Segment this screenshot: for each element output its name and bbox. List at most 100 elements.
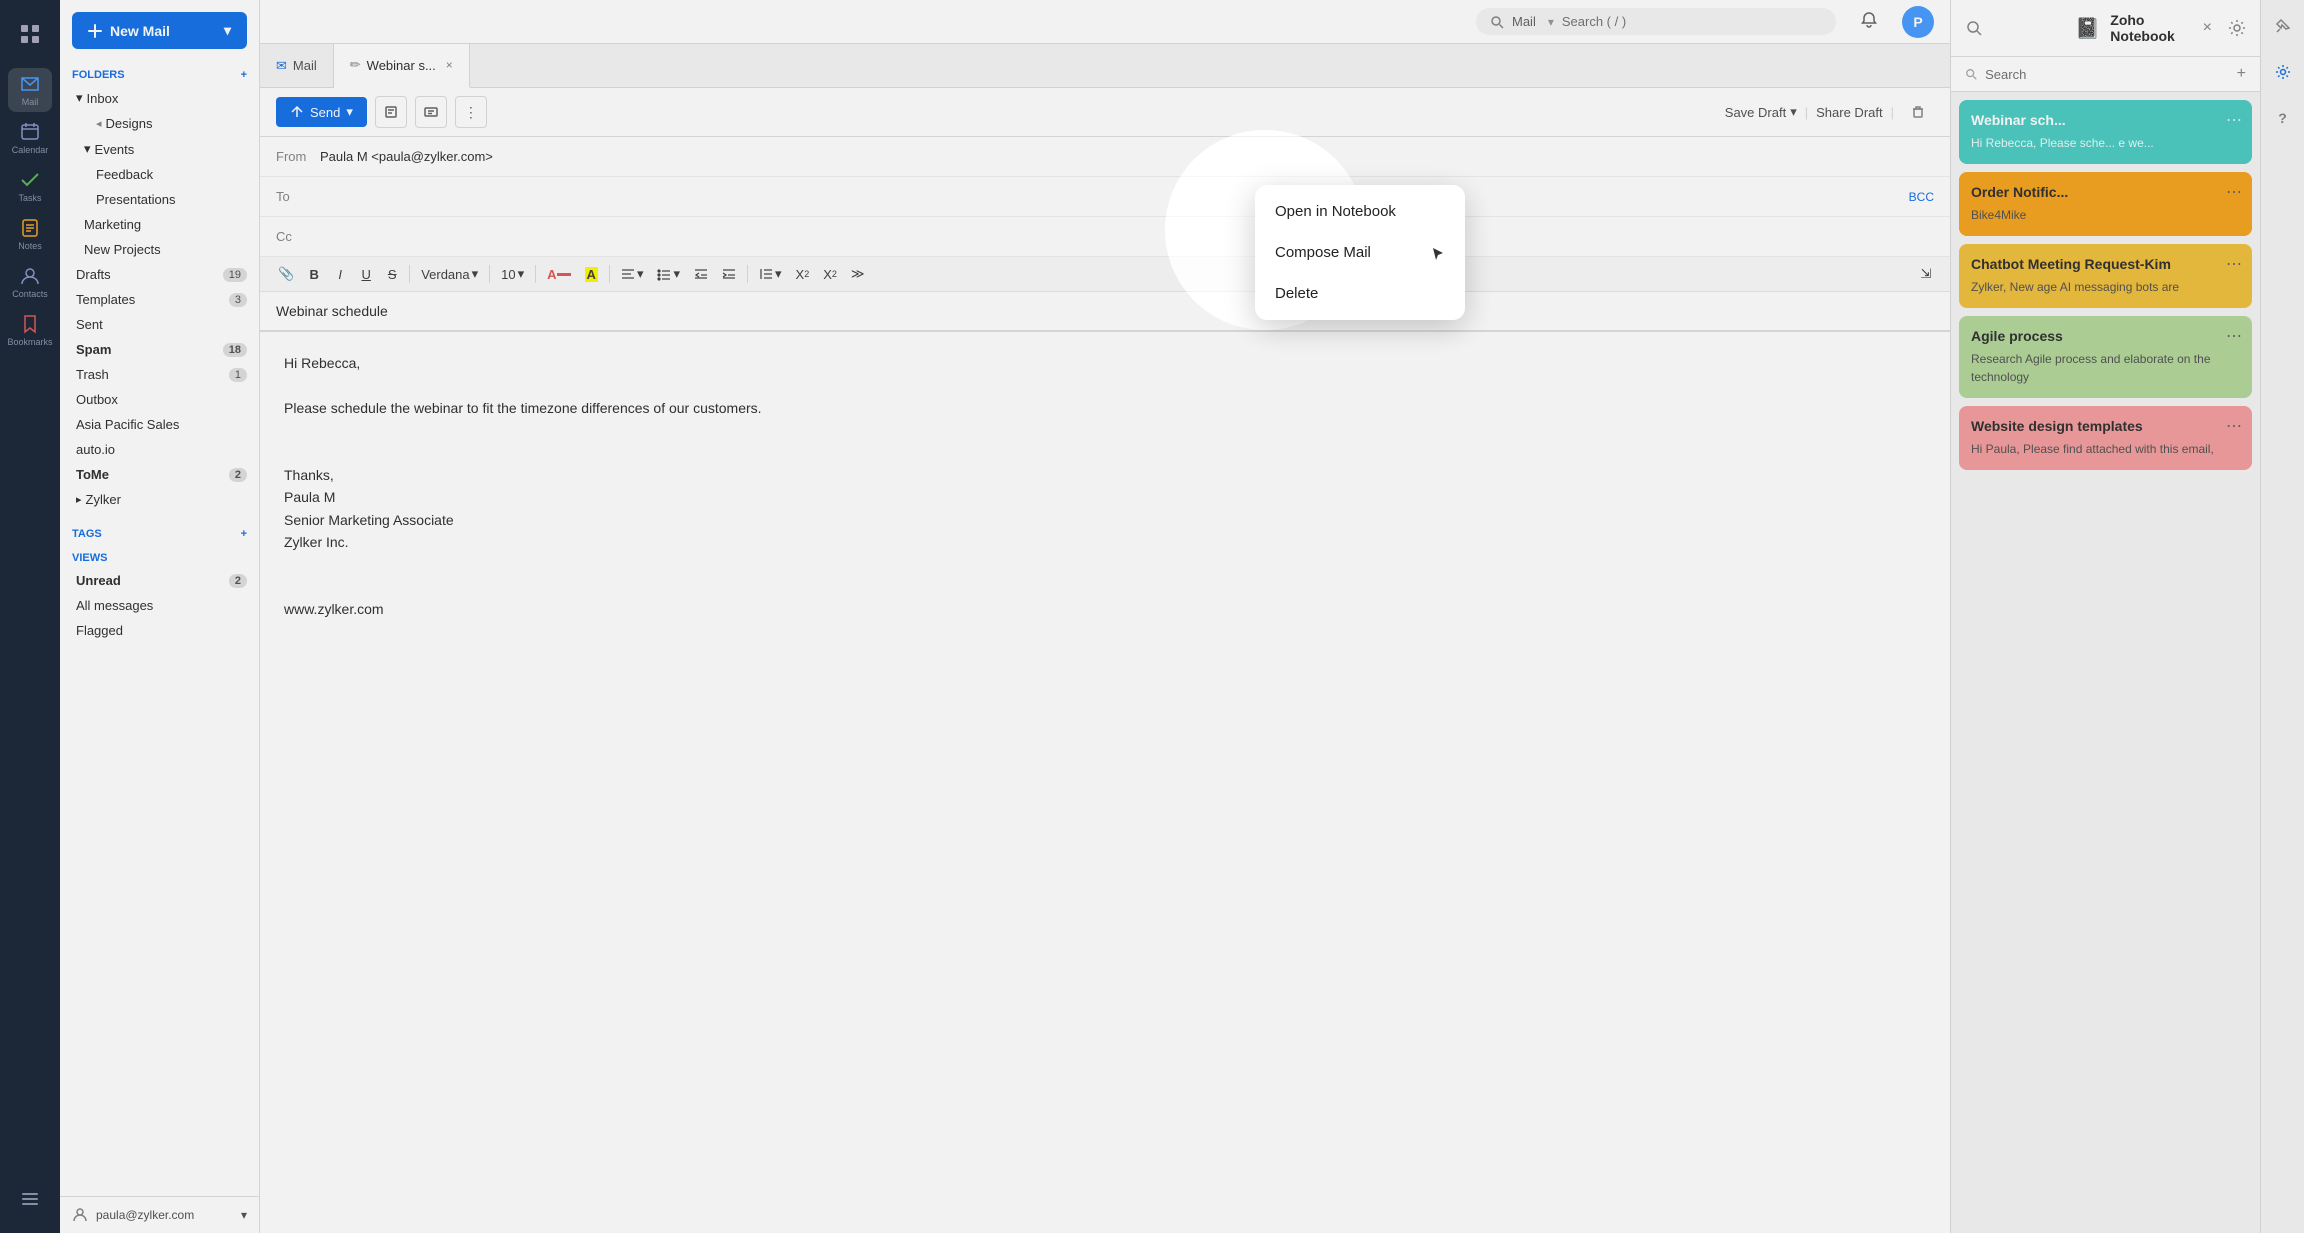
subscript-btn[interactable]: X2: [817, 264, 843, 285]
line-spacing-selector[interactable]: ▾: [753, 263, 788, 285]
notebook-card-1[interactable]: Webinar sch... Hi Rebecca, Please sche..…: [1959, 100, 2252, 164]
superscript-btn[interactable]: X2: [790, 264, 816, 285]
folder-asia-pacific[interactable]: Asia Pacific Sales: [60, 412, 259, 437]
folder-feedback[interactable]: Feedback: [60, 162, 259, 187]
notes-app-icon[interactable]: Notes: [8, 212, 52, 256]
folder-trash[interactable]: Trash 1: [60, 362, 259, 387]
compose-mail-item[interactable]: Compose Mail: [1255, 232, 1465, 273]
tab-mail[interactable]: ✉ Mail: [260, 44, 334, 88]
notebook-card-3[interactable]: Chatbot Meeting Request-Kim Zylker, New …: [1959, 244, 2252, 308]
font-family-selector[interactable]: Verdana ▾: [415, 263, 484, 285]
account-info[interactable]: paula@zylker.com ▾: [60, 1196, 259, 1233]
folder-tome[interactable]: ToMe 2: [60, 462, 259, 487]
card-2-menu-btn[interactable]: ⋯: [2226, 182, 2242, 202]
search-scope[interactable]: Mail: [1512, 14, 1536, 29]
cc-input[interactable]: [320, 229, 1934, 244]
outdent-btn[interactable]: [688, 264, 714, 284]
new-mail-button[interactable]: New Mail ▾: [72, 12, 247, 49]
folder-new-projects[interactable]: New Projects: [60, 237, 259, 262]
folder-spam[interactable]: Spam 18: [60, 337, 259, 362]
folder-events[interactable]: ▾ Events: [60, 136, 259, 162]
tasks-app-icon[interactable]: Tasks: [8, 164, 52, 208]
notebook-close-btn[interactable]: ×: [2203, 19, 2212, 37]
notebook-search-input[interactable]: [1985, 67, 2229, 82]
send-icon: [290, 105, 304, 119]
card-4-menu-btn[interactable]: ⋯: [2226, 326, 2242, 346]
bcc-button[interactable]: BCC: [1909, 190, 1934, 204]
to-input[interactable]: [320, 189, 1909, 204]
save-draft-button[interactable]: Save Draft ▾: [1725, 104, 1797, 120]
folder-templates[interactable]: Templates 3: [60, 287, 259, 312]
search-input[interactable]: [1562, 14, 1822, 29]
card-3-menu-btn[interactable]: ⋯: [2226, 254, 2242, 274]
calendar-app-icon[interactable]: Calendar: [8, 116, 52, 160]
folder-presentations[interactable]: Presentations: [60, 187, 259, 212]
more-options-btn[interactable]: ⋮: [455, 96, 487, 128]
tasks-label: Tasks: [18, 193, 41, 203]
delete-draft-btn[interactable]: [1902, 96, 1934, 128]
attach-icon-btn[interactable]: [375, 96, 407, 128]
expand-btn[interactable]: ⇲: [1914, 263, 1938, 285]
question-help-icon[interactable]: ?: [2267, 102, 2299, 134]
mail-label: Mail: [22, 97, 39, 107]
bookmarks-app-icon[interactable]: Bookmarks: [8, 308, 52, 352]
tab-close-icon[interactable]: ×: [446, 58, 453, 72]
share-draft-button[interactable]: Share Draft: [1816, 105, 1882, 120]
folder-drafts[interactable]: Drafts 19: [60, 262, 259, 287]
folder-auto-io[interactable]: auto.io: [60, 437, 259, 462]
highlight-btn[interactable]: A: [579, 264, 604, 285]
send-button[interactable]: Send ▾: [276, 97, 367, 127]
avatar[interactable]: P: [1902, 6, 1934, 38]
notebook-card-4[interactable]: Agile process Research Agile process and…: [1959, 316, 2252, 398]
folder-sent[interactable]: Sent: [60, 312, 259, 337]
delete-item[interactable]: Delete: [1255, 273, 1465, 314]
add-folder-icon[interactable]: +: [241, 69, 247, 81]
bell-icon[interactable]: [1860, 11, 1878, 32]
folder-designs[interactable]: ◂ Designs: [60, 111, 259, 136]
view-all-messages[interactable]: All messages: [60, 593, 259, 618]
mail-app-icon[interactable]: Mail: [8, 68, 52, 112]
to-row[interactable]: To BCC: [260, 177, 1950, 217]
attach-btn[interactable]: 📎: [272, 263, 300, 285]
cc-row[interactable]: Cc: [260, 217, 1950, 257]
settings-gear-icon[interactable]: [2267, 56, 2299, 88]
folder-marketing[interactable]: Marketing: [60, 212, 259, 237]
card-5-menu-btn[interactable]: ⋯: [2226, 416, 2242, 436]
folder-zylker[interactable]: ▸ Zylker: [60, 487, 259, 512]
preview-btn[interactable]: [415, 96, 447, 128]
add-tag-icon[interactable]: +: [241, 528, 247, 540]
notebook-add-btn[interactable]: +: [2237, 65, 2246, 83]
bold-btn[interactable]: B: [302, 264, 326, 285]
font-size-selector[interactable]: 10 ▾: [495, 263, 530, 285]
folder-outbox[interactable]: Outbox: [60, 387, 259, 412]
folder-inbox[interactable]: ▾ Inbox: [60, 85, 259, 111]
notebook-panel: 📓 Zoho Notebook × + Webinar sch... Hi Re…: [1950, 0, 2260, 1233]
card-1-menu-btn[interactable]: ⋯: [2226, 110, 2242, 130]
notes-label: Notes: [18, 241, 42, 251]
font-color-btn[interactable]: A: [541, 264, 576, 285]
notebook-card-2[interactable]: Order Notific... Bike4Mike ⋯: [1959, 172, 2252, 236]
grid-icon[interactable]: [8, 12, 52, 56]
notebook-settings-icon[interactable]: [2228, 19, 2246, 37]
underline-btn[interactable]: U: [354, 264, 378, 285]
folder-panel: New Mail ▾ FOLDERS + ▾ Inbox ◂ Designs ▾…: [60, 0, 260, 1233]
contacts-app-icon[interactable]: Contacts: [8, 260, 52, 304]
view-flagged[interactable]: Flagged: [60, 618, 259, 643]
more-format-btn[interactable]: ≫: [845, 263, 871, 285]
notebook-search-icon[interactable]: [1965, 19, 1983, 37]
notebook-card-5[interactable]: Website design templates Hi Paula, Pleas…: [1959, 406, 2252, 470]
email-body[interactable]: Hi Rebecca, Please schedule the webinar …: [260, 332, 1950, 1233]
tab-webinar[interactable]: ✏ Webinar s... ×: [334, 44, 470, 88]
indent-btn[interactable]: [716, 264, 742, 284]
strikethrough-btn[interactable]: S: [380, 264, 404, 285]
views-section-title: VIEWS: [60, 544, 259, 568]
view-unread[interactable]: Unread 2: [60, 568, 259, 593]
italic-btn[interactable]: I: [328, 264, 352, 285]
open-in-notebook-item[interactable]: Open in Notebook: [1255, 191, 1465, 232]
tab-bar: ✉ Mail ✏ Webinar s... ×: [260, 44, 1950, 88]
menu-icon[interactable]: [8, 1177, 52, 1221]
align-selector[interactable]: ▾: [615, 263, 650, 285]
pin-icon[interactable]: [2267, 10, 2299, 42]
subject-row[interactable]: Webinar schedule: [260, 292, 1950, 332]
list-selector[interactable]: ▾: [651, 263, 686, 285]
